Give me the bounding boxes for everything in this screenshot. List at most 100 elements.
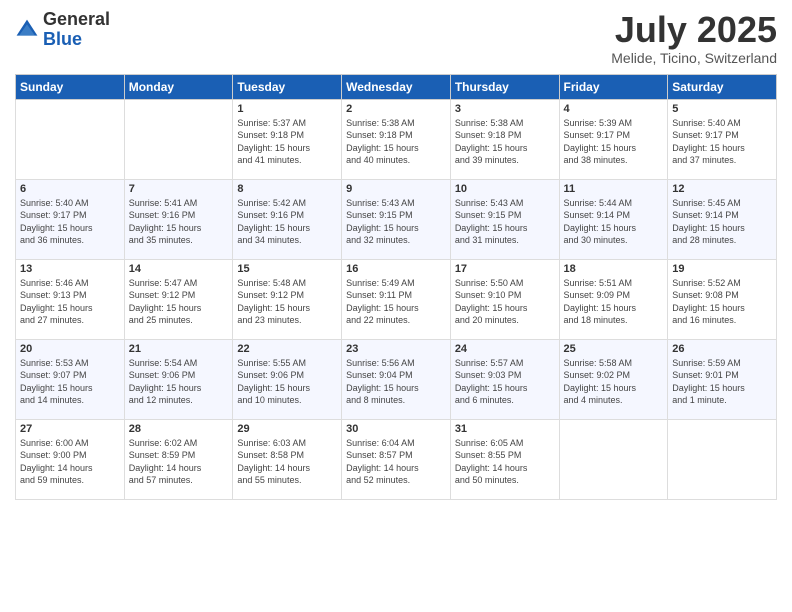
calendar-day-cell: 4 Sunrise: 5:39 AM Sunset: 9:17 PM Daylig… [559, 99, 668, 179]
day-info: Sunrise: 6:04 AM Sunset: 8:57 PM Dayligh… [346, 437, 446, 487]
day-number: 2 [346, 103, 446, 115]
weekday-header: Wednesday [342, 74, 451, 99]
calendar-table: SundayMondayTuesdayWednesdayThursdayFrid… [15, 74, 777, 500]
location: Melide, Ticino, Switzerland [611, 50, 777, 66]
calendar-day-cell: 28 Sunrise: 6:02 AM Sunset: 8:59 PM Dayli… [124, 419, 233, 499]
day-info: Sunrise: 5:53 AM Sunset: 9:07 PM Dayligh… [20, 357, 120, 407]
calendar-day-cell: 31Sunrise: 6:05 AM Sunset: 8:55 PM Dayli… [450, 419, 559, 499]
calendar-header-row: SundayMondayTuesdayWednesdayThursdayFrid… [16, 74, 777, 99]
day-info: Sunrise: 5:48 AM Sunset: 9:12 PM Dayligh… [237, 277, 337, 327]
day-number: 29 [237, 423, 337, 435]
day-number: 23 [346, 343, 446, 355]
month-title: July 2025 [611, 10, 777, 50]
day-number: 22 [237, 343, 337, 355]
weekday-header: Monday [124, 74, 233, 99]
calendar-day-cell [668, 419, 777, 499]
calendar-day-cell: 21 Sunrise: 5:54 AM Sunset: 9:06 PM Dayli… [124, 339, 233, 419]
weekday-header: Tuesday [233, 74, 342, 99]
day-info: Sunrise: 5:38 AM Sunset: 9:18 PM Dayligh… [346, 117, 446, 167]
calendar-day-cell: 6 Sunrise: 5:40 AM Sunset: 9:17 PM Daylig… [16, 179, 125, 259]
day-number: 25 [564, 343, 664, 355]
calendar-day-cell: 14Sunrise: 5:47 AM Sunset: 9:12 PM Dayli… [124, 259, 233, 339]
day-info: Sunrise: 5:52 AM Sunset: 9:08 PM Dayligh… [672, 277, 772, 327]
header: General Blue July 2025 Melide, Ticino, S… [15, 10, 777, 66]
calendar-week-row: 13Sunrise: 5:46 AM Sunset: 9:13 PM Dayli… [16, 259, 777, 339]
calendar-week-row: 20Sunrise: 5:53 AM Sunset: 9:07 PM Dayli… [16, 339, 777, 419]
calendar-day-cell: 23 Sunrise: 5:56 AM Sunset: 9:04 PM Dayli… [342, 339, 451, 419]
calendar-day-cell: 22 Sunrise: 5:55 AM Sunset: 9:06 PM Dayli… [233, 339, 342, 419]
calendar-day-cell: 29 Sunrise: 6:03 AM Sunset: 8:58 PM Dayli… [233, 419, 342, 499]
day-number: 18 [564, 263, 664, 275]
calendar-day-cell [124, 99, 233, 179]
calendar-day-cell: 7 Sunrise: 5:41 AM Sunset: 9:16 PM Daylig… [124, 179, 233, 259]
day-info: Sunrise: 6:02 AM Sunset: 8:59 PM Dayligh… [129, 437, 229, 487]
weekday-header: Thursday [450, 74, 559, 99]
calendar-week-row: 27 Sunrise: 6:00 AM Sunset: 9:00 PM Dayli… [16, 419, 777, 499]
day-info: Sunrise: 6:00 AM Sunset: 9:00 PM Dayligh… [20, 437, 120, 487]
logo-icon [15, 18, 39, 42]
day-number: 26 [672, 343, 772, 355]
weekday-header: Saturday [668, 74, 777, 99]
calendar-day-cell [559, 419, 668, 499]
calendar-day-cell: 5Sunrise: 5:40 AM Sunset: 9:17 PM Daylig… [668, 99, 777, 179]
day-info: Sunrise: 5:44 AM Sunset: 9:14 PM Dayligh… [564, 197, 664, 247]
day-number: 24 [455, 343, 555, 355]
day-info: Sunrise: 5:45 AM Sunset: 9:14 PM Dayligh… [672, 197, 772, 247]
day-number: 21 [129, 343, 229, 355]
day-info: Sunrise: 5:38 AM Sunset: 9:18 PM Dayligh… [455, 117, 555, 167]
title-block: July 2025 Melide, Ticino, Switzerland [611, 10, 777, 66]
day-number: 3 [455, 103, 555, 115]
calendar-day-cell: 30Sunrise: 6:04 AM Sunset: 8:57 PM Dayli… [342, 419, 451, 499]
calendar-day-cell: 24 Sunrise: 5:57 AM Sunset: 9:03 PM Dayli… [450, 339, 559, 419]
calendar-day-cell: 20Sunrise: 5:53 AM Sunset: 9:07 PM Dayli… [16, 339, 125, 419]
day-info: Sunrise: 5:42 AM Sunset: 9:16 PM Dayligh… [237, 197, 337, 247]
logo-text: General Blue [43, 10, 110, 50]
calendar-day-cell: 9Sunrise: 5:43 AM Sunset: 9:15 PM Daylig… [342, 179, 451, 259]
calendar-day-cell: 10 Sunrise: 5:43 AM Sunset: 9:15 PM Dayli… [450, 179, 559, 259]
calendar-day-cell: 19 Sunrise: 5:52 AM Sunset: 9:08 PM Dayli… [668, 259, 777, 339]
day-number: 1 [237, 103, 337, 115]
calendar-day-cell: 18 Sunrise: 5:51 AM Sunset: 9:09 PM Dayli… [559, 259, 668, 339]
day-info: Sunrise: 5:43 AM Sunset: 9:15 PM Dayligh… [455, 197, 555, 247]
day-info: Sunrise: 5:51 AM Sunset: 9:09 PM Dayligh… [564, 277, 664, 327]
calendar-day-cell: 17Sunrise: 5:50 AM Sunset: 9:10 PM Dayli… [450, 259, 559, 339]
day-number: 10 [455, 183, 555, 195]
day-number: 13 [20, 263, 120, 275]
day-number: 12 [672, 183, 772, 195]
calendar-day-cell: 11Sunrise: 5:44 AM Sunset: 9:14 PM Dayli… [559, 179, 668, 259]
day-number: 16 [346, 263, 446, 275]
day-number: 27 [20, 423, 120, 435]
calendar-day-cell: 1Sunrise: 5:37 AM Sunset: 9:18 PM Daylig… [233, 99, 342, 179]
day-info: Sunrise: 5:58 AM Sunset: 9:02 PM Dayligh… [564, 357, 664, 407]
calendar-day-cell: 15 Sunrise: 5:48 AM Sunset: 9:12 PM Dayli… [233, 259, 342, 339]
day-info: Sunrise: 5:56 AM Sunset: 9:04 PM Dayligh… [346, 357, 446, 407]
day-number: 19 [672, 263, 772, 275]
day-info: Sunrise: 5:55 AM Sunset: 9:06 PM Dayligh… [237, 357, 337, 407]
day-number: 6 [20, 183, 120, 195]
weekday-header: Sunday [16, 74, 125, 99]
day-number: 31 [455, 423, 555, 435]
day-number: 5 [672, 103, 772, 115]
day-number: 8 [237, 183, 337, 195]
calendar-day-cell: 25 Sunrise: 5:58 AM Sunset: 9:02 PM Dayli… [559, 339, 668, 419]
day-info: Sunrise: 5:47 AM Sunset: 9:12 PM Dayligh… [129, 277, 229, 327]
day-info: Sunrise: 5:39 AM Sunset: 9:17 PM Dayligh… [564, 117, 664, 167]
day-info: Sunrise: 5:41 AM Sunset: 9:16 PM Dayligh… [129, 197, 229, 247]
calendar-day-cell: 2 Sunrise: 5:38 AM Sunset: 9:18 PM Daylig… [342, 99, 451, 179]
day-info: Sunrise: 5:59 AM Sunset: 9:01 PM Dayligh… [672, 357, 772, 407]
day-info: Sunrise: 5:57 AM Sunset: 9:03 PM Dayligh… [455, 357, 555, 407]
day-number: 7 [129, 183, 229, 195]
page: General Blue July 2025 Melide, Ticino, S… [0, 0, 792, 612]
day-number: 15 [237, 263, 337, 275]
day-info: Sunrise: 6:03 AM Sunset: 8:58 PM Dayligh… [237, 437, 337, 487]
day-number: 4 [564, 103, 664, 115]
day-number: 9 [346, 183, 446, 195]
calendar-day-cell: 16Sunrise: 5:49 AM Sunset: 9:11 PM Dayli… [342, 259, 451, 339]
logo: General Blue [15, 10, 110, 50]
day-number: 28 [129, 423, 229, 435]
calendar-week-row: 1Sunrise: 5:37 AM Sunset: 9:18 PM Daylig… [16, 99, 777, 179]
calendar-week-row: 6 Sunrise: 5:40 AM Sunset: 9:17 PM Daylig… [16, 179, 777, 259]
weekday-header: Friday [559, 74, 668, 99]
day-info: Sunrise: 5:40 AM Sunset: 9:17 PM Dayligh… [20, 197, 120, 247]
day-info: Sunrise: 5:54 AM Sunset: 9:06 PM Dayligh… [129, 357, 229, 407]
